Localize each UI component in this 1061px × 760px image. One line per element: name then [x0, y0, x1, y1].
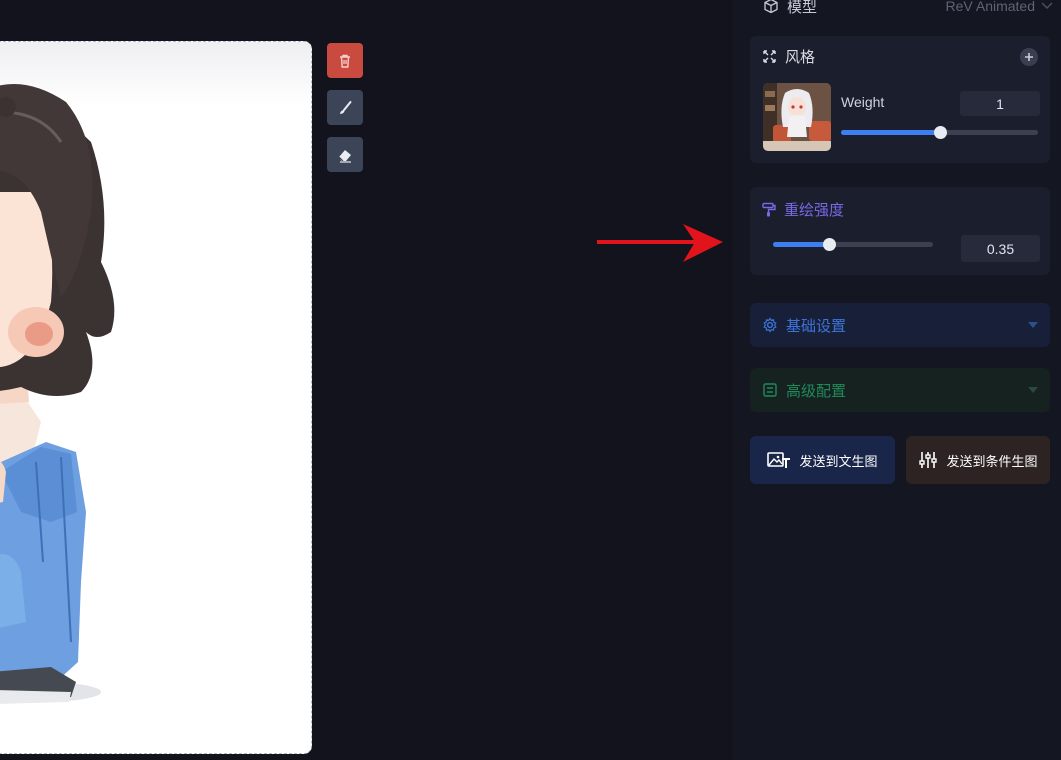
- weight-input[interactable]: 1: [960, 91, 1040, 116]
- paint-roller-icon: [762, 202, 776, 217]
- style-thumbnail[interactable]: [763, 83, 831, 151]
- eraser-icon: [338, 149, 351, 163]
- app-window: 模型 ReV Animated 风格 Weight 1 重绘强度 0.35 基础…: [0, 0, 1061, 760]
- chevron-down-icon: [1041, 2, 1053, 10]
- send-conditional-label: 发送到条件生图: [946, 453, 1038, 469]
- basic-settings-toggle[interactable]: 基础设置: [750, 303, 1050, 347]
- list-box-icon: [763, 383, 777, 397]
- model-row[interactable]: 模型 ReV Animated: [763, 0, 1053, 18]
- send-to-conditional-button[interactable]: 发送到条件生图: [906, 436, 1050, 484]
- weight-label: Weight: [841, 94, 885, 110]
- add-style-button[interactable]: [1020, 48, 1038, 66]
- weight-slider-handle[interactable]: [933, 126, 947, 139]
- brush-button[interactable]: [327, 90, 363, 125]
- basic-settings-label: 基础设置: [786, 317, 847, 335]
- image-text-icon: [767, 452, 791, 468]
- model-value: ReV Animated: [945, 0, 1036, 14]
- eraser-button[interactable]: [327, 137, 363, 172]
- denoise-input[interactable]: 0.35: [961, 235, 1040, 262]
- denoise-title: 重绘强度: [784, 202, 845, 219]
- sliders-icon: [919, 452, 938, 468]
- weight-slider[interactable]: [841, 126, 1038, 139]
- style-section: 风格 Weight 1: [750, 36, 1050, 163]
- delete-button[interactable]: [327, 43, 363, 78]
- style-title: 风格: [785, 49, 816, 66]
- caret-down-icon: [1028, 387, 1038, 393]
- image-canvas[interactable]: [0, 41, 312, 754]
- advanced-config-label: 高级配置: [786, 382, 847, 400]
- send-to-txt2img-button[interactable]: 发送到文生图: [750, 436, 895, 484]
- denoise-slider[interactable]: [773, 238, 933, 251]
- caret-down-icon: [1028, 322, 1038, 328]
- denoise-slider-handle[interactable]: [823, 238, 836, 251]
- style-thumbnail-image: [763, 83, 831, 151]
- model-select[interactable]: ReV Animated: [946, 0, 1054, 14]
- character-illustration: [0, 84, 115, 704]
- arrow-annotation: [597, 224, 723, 262]
- denoise-section: 重绘强度 0.35: [750, 187, 1050, 275]
- plus-icon: [1025, 53, 1033, 61]
- cube-icon: [764, 0, 778, 14]
- settings-panel: 模型 ReV Animated 风格 Weight 1 重绘强度 0.35 基础…: [733, 0, 1061, 760]
- send-txt2img-label: 发送到文生图: [799, 453, 878, 469]
- trash-icon: [340, 54, 350, 68]
- expand-arrows-icon: [763, 50, 776, 63]
- model-label: 模型: [787, 0, 818, 16]
- advanced-config-toggle[interactable]: 高级配置: [750, 368, 1050, 412]
- brush-icon: [340, 100, 352, 114]
- gear-icon: [763, 317, 777, 333]
